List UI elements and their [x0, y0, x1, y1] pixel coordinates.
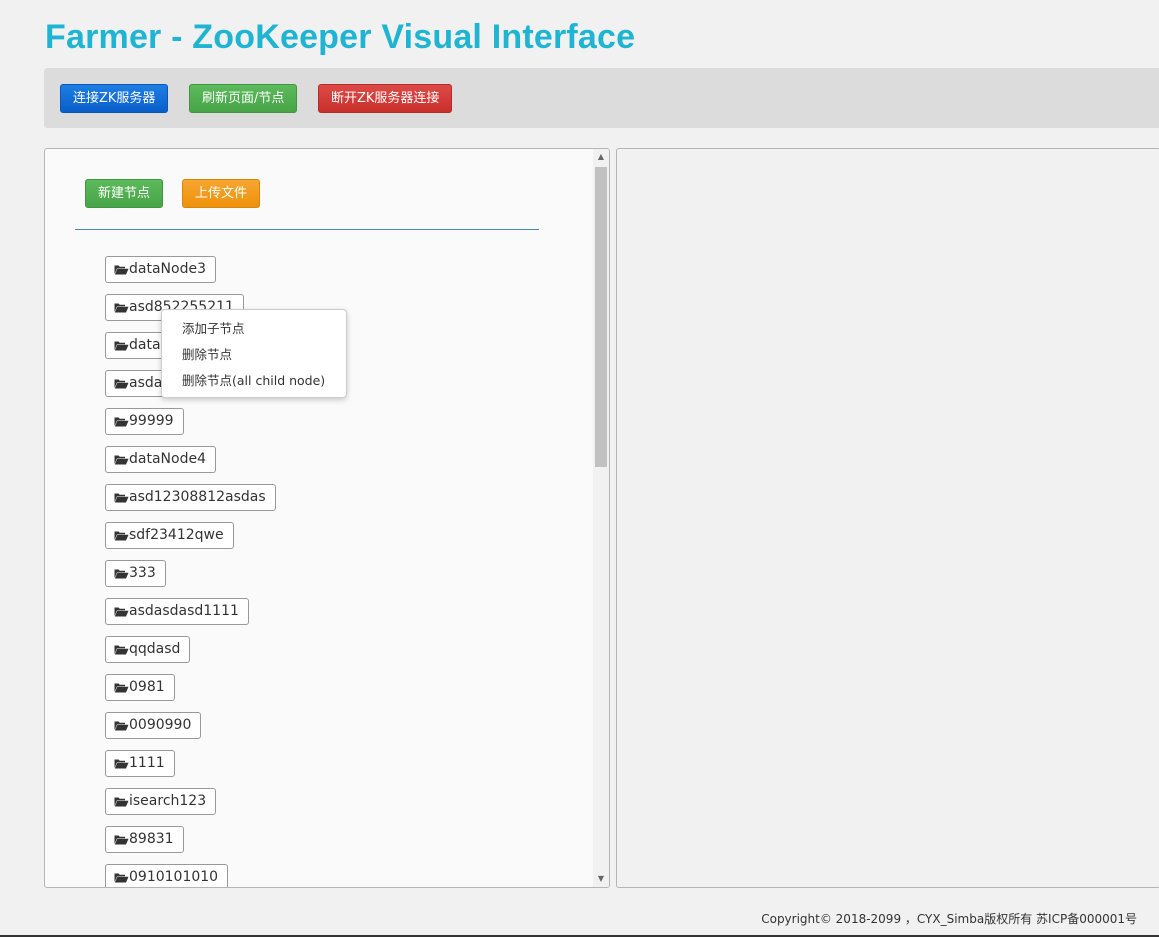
page-title: Farmer - ZooKeeper Visual Interface	[45, 18, 636, 56]
tree-node[interactable]: asdasdasd1111	[105, 598, 249, 625]
tree-node-label: 0090990	[129, 717, 192, 733]
tree-node[interactable]: 1111	[105, 750, 175, 777]
folder-open-icon	[114, 606, 129, 617]
tree-node[interactable]: 99999	[105, 408, 184, 435]
tree-node[interactable]: dataNode4	[105, 446, 216, 473]
tree-node[interactable]: isearch123	[105, 788, 217, 815]
connect-zk-button[interactable]: 连接ZK服务器	[60, 84, 169, 113]
footer-copyright: Copyright© 2018-2099 ，CYX_Simba版权所有 苏ICP…	[761, 912, 1137, 926]
menu-item-delete-node[interactable]: 删除节点	[162, 343, 346, 369]
tree-node[interactable]: 0910101010	[105, 864, 229, 887]
menu-item-add-child[interactable]: 添加子节点	[162, 317, 346, 343]
tree-node[interactable]: 89831	[105, 826, 184, 853]
folder-open-icon	[114, 644, 129, 655]
tree-node-label: qqdasd	[129, 641, 181, 657]
tree-node[interactable]: 0090990	[105, 712, 202, 739]
folder-open-icon	[114, 568, 129, 579]
node-detail-panel	[616, 148, 1159, 888]
tree-node-label: 0981	[129, 679, 165, 695]
context-menu: 添加子节点 删除节点 删除节点(all child node)	[161, 309, 347, 398]
node-tree-panel: 新建节点 上传文件 dataNode3asd852255211dataNode4…	[44, 148, 610, 888]
menu-item-delete-all-children[interactable]: 删除节点(all child node)	[162, 369, 346, 395]
tree-node[interactable]: dataNode3	[105, 256, 216, 283]
scroll-thumb[interactable]	[595, 167, 607, 467]
folder-open-icon	[114, 758, 129, 769]
scroll-down-arrow-icon[interactable]: ▼	[593, 871, 609, 887]
folder-open-icon	[114, 682, 129, 693]
tree-node-label: 89831	[129, 831, 174, 847]
toolbar: 连接ZK服务器 刷新页面/节点 断开ZK服务器连接	[44, 68, 1159, 128]
tree-node-label: dataNode4	[129, 451, 206, 467]
tree-node[interactable]: asd12308812asdas	[105, 484, 276, 511]
folder-open-icon	[114, 454, 129, 465]
tree-node[interactable]: qqdasd	[105, 636, 191, 663]
disconnect-zk-button[interactable]: 断开ZK服务器连接	[318, 84, 453, 113]
folder-open-icon	[114, 720, 129, 731]
folder-open-icon	[114, 834, 129, 845]
folder-open-icon	[114, 492, 129, 503]
tree-node-label: isearch123	[129, 793, 207, 809]
tree-node-label: asd12308812asdas	[129, 489, 266, 505]
folder-open-icon	[114, 378, 129, 389]
tree-node-label: 0910101010	[129, 869, 219, 885]
tree-node-label: 99999	[129, 413, 174, 429]
tree-node-label: sdf23412qwe	[129, 527, 224, 543]
tree-node[interactable]: 333	[105, 560, 166, 587]
tree-node[interactable]: sdf23412qwe	[105, 522, 234, 549]
tree-node-label: 333	[129, 565, 156, 581]
folder-open-icon	[114, 872, 129, 883]
tree-node[interactable]: 0981	[105, 674, 175, 701]
folder-open-icon	[114, 340, 129, 351]
scroll-up-arrow-icon[interactable]: ▲	[593, 149, 609, 165]
tree-node-label: asdasdasd1111	[129, 603, 239, 619]
new-node-button[interactable]: 新建节点	[85, 179, 164, 208]
folder-open-icon	[114, 416, 129, 427]
tree-node-label: 1111	[129, 755, 165, 771]
divider	[75, 229, 539, 230]
folder-open-icon	[114, 796, 129, 807]
folder-open-icon	[114, 302, 129, 313]
tree-node-label: dataNode3	[129, 261, 206, 277]
folder-open-icon	[114, 264, 129, 275]
refresh-button[interactable]: 刷新页面/节点	[189, 84, 298, 113]
scrollbar[interactable]: ▲ ▼	[593, 149, 609, 887]
upload-file-button[interactable]: 上传文件	[182, 179, 261, 208]
folder-open-icon	[114, 530, 129, 541]
